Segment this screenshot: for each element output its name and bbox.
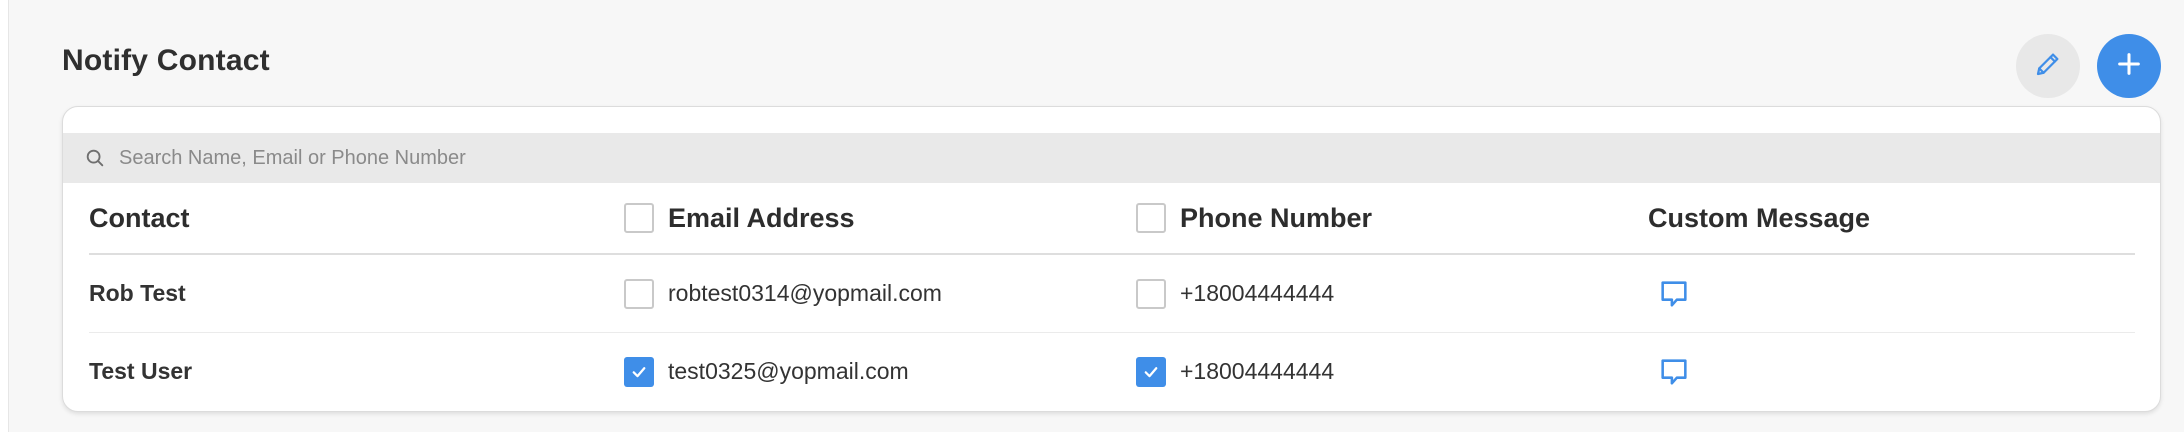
contact-name: Rob Test: [89, 280, 186, 306]
email-checkbox[interactable]: [624, 278, 654, 309]
phone-number: +18004444444: [1180, 358, 1335, 384]
email-checkbox[interactable]: [624, 356, 654, 387]
contact-header-label: Contact: [89, 202, 190, 233]
email-address: robtest0314@yopmail.com: [668, 280, 942, 306]
email-cell: test0325@yopmail.com: [624, 333, 909, 410]
phone-checkbox[interactable]: [1136, 356, 1166, 387]
left-panel-edge: [0, 0, 9, 432]
table-header: Contact Email Address Phone Number Custo…: [89, 183, 2135, 255]
message-column-header: Custom Message: [1648, 183, 1870, 253]
contact-column-header: Contact: [89, 183, 190, 253]
phone-cell: +18004444444: [1136, 255, 1334, 332]
email-address: test0325@yopmail.com: [668, 358, 909, 384]
phone-cell: +18004444444: [1136, 333, 1334, 410]
pencil-icon: [2033, 49, 2063, 84]
message-cell: [1648, 255, 1692, 332]
contact-cell: Rob Test: [89, 255, 186, 332]
chat-bubble-icon[interactable]: [1656, 276, 1692, 312]
phone-column-header: Phone Number: [1136, 183, 1372, 253]
phone-number: +18004444444: [1180, 280, 1335, 306]
contact-cell: Test User: [89, 333, 192, 410]
search-input[interactable]: [117, 145, 1021, 171]
search-bar: [63, 133, 2160, 183]
notify-contact-page: Notify Contact Search Name, Email or Pho…: [0, 0, 2184, 432]
email-column-header: Email Address: [624, 183, 855, 253]
select-all-phone-checkbox[interactable]: [1136, 203, 1166, 233]
email-cell: robtest0314@yopmail.com: [624, 255, 942, 332]
select-all-email-checkbox[interactable]: [624, 203, 654, 233]
edit-button[interactable]: [2016, 34, 2080, 98]
phone-checkbox[interactable]: [1136, 278, 1166, 309]
section-title: Notify Contact: [62, 44, 270, 77]
email-header-label: Email Address: [668, 202, 855, 233]
table-row: Rob Test robtest0314@yopmail.com +180044…: [89, 255, 2135, 333]
table-row: Test User test0325@yopmail.com +18004444…: [89, 333, 2135, 410]
contact-name: Test User: [89, 358, 193, 384]
message-cell: [1648, 333, 1692, 410]
contacts-card: Contact Email Address Phone Number Custo…: [62, 106, 2161, 412]
phone-header-label: Phone Number: [1180, 202, 1373, 233]
message-header-label: Custom Message: [1648, 202, 1871, 233]
add-contact-button[interactable]: [2097, 34, 2161, 98]
plus-icon: [2115, 50, 2143, 83]
search-icon: [83, 146, 107, 170]
chat-bubble-icon[interactable]: [1656, 354, 1692, 390]
